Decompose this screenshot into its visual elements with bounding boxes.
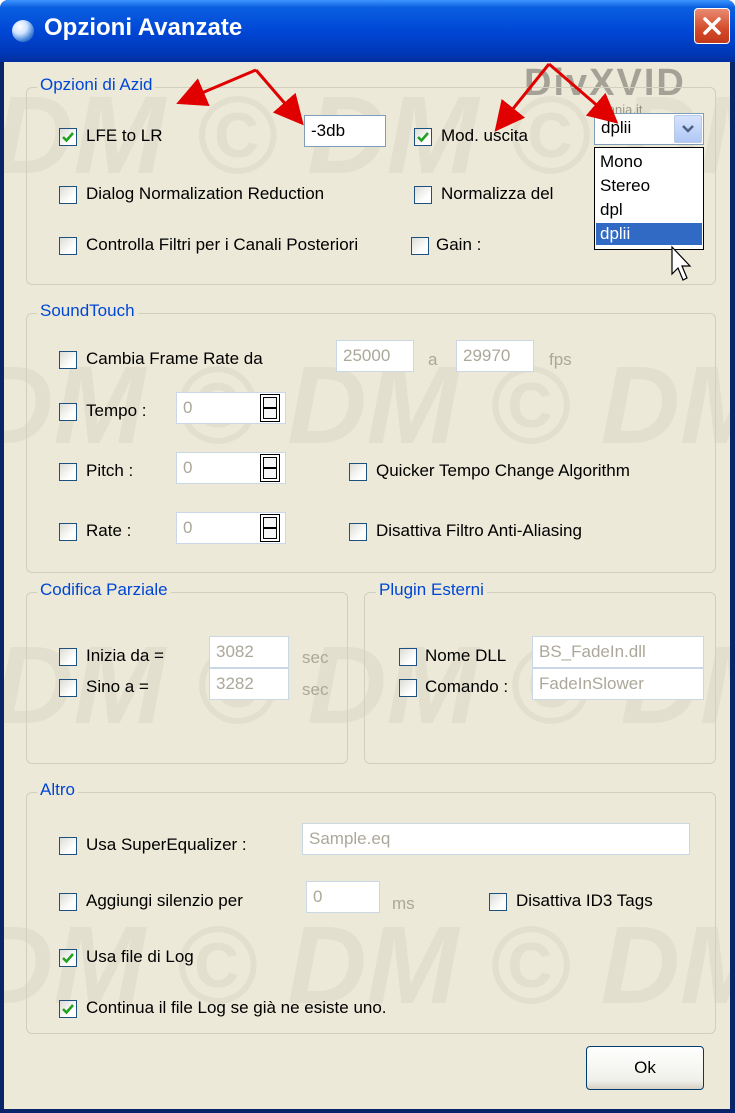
usa-log-label: Usa file di Log: [86, 947, 194, 966]
sino-checkbox[interactable]: [59, 679, 77, 697]
checkmark-icon: [62, 1004, 74, 1015]
silenzio-label: Aggiungi silenzio per: [86, 891, 243, 910]
sino-unit: sec: [302, 680, 329, 699]
close-icon: [703, 17, 721, 35]
tempo-label: Tempo :: [86, 401, 147, 420]
dropdown-option-mono[interactable]: Mono: [596, 151, 702, 173]
frame-rate-from-field[interactable]: 25000: [336, 340, 414, 372]
group-plugin-legend: Plugin Esterni: [376, 580, 487, 600]
dropdown-option-dplii[interactable]: dplii: [596, 223, 702, 245]
disattiva-id3-label: Disattiva ID3 Tags: [516, 891, 653, 910]
group-codifica-legend: Codifica Parziale: [37, 580, 171, 600]
sino-field[interactable]: 3282: [209, 668, 289, 700]
quicker-tempo-label: Quicker Tempo Change Algorithm: [376, 461, 630, 480]
frame-rate-checkbox[interactable]: [59, 351, 77, 369]
normalizza-label: Normalizza del: [441, 184, 554, 203]
dialog-normalization-checkbox[interactable]: [59, 186, 77, 204]
group-azid-legend: Opzioni di Azid: [37, 75, 156, 95]
ok-button[interactable]: Ok: [586, 1046, 704, 1090]
group-codifica-parziale: [26, 592, 348, 764]
disattiva-id3-checkbox[interactable]: [489, 893, 507, 911]
frame-rate-to-field[interactable]: 29970: [456, 340, 534, 372]
inizia-field[interactable]: 3082: [209, 636, 289, 668]
dropdown-button[interactable]: [674, 115, 702, 143]
close-button[interactable]: [694, 8, 730, 44]
silenzio-field[interactable]: 0: [306, 881, 380, 913]
dialog-normalization-label: Dialog Normalization Reduction: [86, 184, 325, 203]
normalizza-checkbox[interactable]: [414, 186, 432, 204]
gain-label: Gain :: [436, 235, 482, 254]
frame-rate-separator: a: [428, 350, 438, 369]
nome-dll-field[interactable]: BS_FadeIn.dll: [532, 636, 704, 668]
rate-spinner[interactable]: [260, 514, 280, 542]
tempo-checkbox[interactable]: [59, 403, 77, 421]
spin-down-icon[interactable]: [263, 408, 277, 419]
mod-uscita-dropdown-list: Mono Stereo dpl dplii: [594, 147, 704, 250]
pitch-label: Pitch :: [86, 461, 134, 480]
spin-up-icon[interactable]: [263, 397, 277, 408]
inizia-label: Inizia da =: [86, 646, 164, 665]
pitch-spinner[interactable]: [260, 454, 280, 482]
lfe-checkbox[interactable]: [59, 128, 77, 146]
superequalizer-checkbox[interactable]: [59, 837, 77, 855]
group-soundtouch-legend: SoundTouch: [37, 301, 138, 321]
app-icon: [12, 20, 34, 42]
checkmark-icon: [62, 953, 74, 964]
spin-down-icon[interactable]: [263, 528, 277, 539]
silenzio-checkbox[interactable]: [59, 893, 77, 911]
filtri-posteriori-checkbox[interactable]: [59, 237, 77, 255]
filtri-posteriori-label: Controlla Filtri per i Canali Posteriori: [86, 235, 359, 254]
sino-label: Sino a =: [86, 677, 149, 696]
rate-label: Rate :: [86, 521, 132, 540]
mod-uscita-checkbox[interactable]: [414, 128, 432, 146]
comando-checkbox[interactable]: [399, 679, 417, 697]
group-altro-legend: Altro: [37, 780, 78, 800]
title-bar[interactable]: Opzioni Avanzate: [0, 0, 735, 62]
gain-checkbox[interactable]: [411, 237, 429, 255]
nome-dll-label: Nome DLL: [425, 646, 507, 665]
dialog-window: Opzioni Avanzate DM © DM © DM © DM © DM …: [0, 0, 735, 1113]
dropdown-option-dpl[interactable]: dpl: [596, 199, 702, 221]
continua-log-label: Continua il file Log se già ne esiste un…: [86, 998, 387, 1017]
pitch-checkbox[interactable]: [59, 463, 77, 481]
tempo-spinner[interactable]: [260, 394, 280, 422]
usa-log-checkbox[interactable]: [59, 949, 77, 967]
inizia-checkbox[interactable]: [59, 648, 77, 666]
rate-checkbox[interactable]: [59, 523, 77, 541]
mod-uscita-select[interactable]: dplii: [594, 113, 704, 145]
checkmark-icon: [62, 132, 74, 143]
window-title: Opzioni Avanzate: [44, 14, 243, 41]
quicker-tempo-checkbox[interactable]: [349, 463, 367, 481]
lfe-label: LFE to LR: [86, 126, 163, 145]
spin-up-icon[interactable]: [263, 517, 277, 528]
superequalizer-label: Usa SuperEqualizer :: [86, 835, 247, 854]
antialiasing-checkbox[interactable]: [349, 523, 367, 541]
spin-up-icon[interactable]: [263, 457, 277, 468]
dialog-client-area: DM © DM © DM © DM © DM © DM © DM © DM © …: [4, 62, 730, 1109]
superequalizer-field[interactable]: Sample.eq: [302, 823, 690, 855]
silenzio-unit: ms: [392, 894, 415, 913]
mod-uscita-label: Mod. uscita: [441, 126, 528, 145]
checkmark-icon: [417, 132, 429, 143]
chevron-down-icon: [682, 125, 694, 133]
inizia-unit: sec: [302, 648, 329, 667]
frame-rate-label: Cambia Frame Rate da: [86, 349, 263, 368]
lfe-value-field[interactable]: -3db: [304, 115, 386, 147]
comando-label: Comando :: [425, 677, 509, 696]
frame-rate-unit: fps: [549, 350, 572, 369]
mod-uscita-selected-value: dplii: [601, 118, 632, 137]
spin-down-icon[interactable]: [263, 468, 277, 479]
comando-field[interactable]: FadeInSlower: [532, 668, 704, 700]
dropdown-option-stereo[interactable]: Stereo: [596, 175, 702, 197]
antialiasing-label: Disattiva Filtro Anti-Aliasing: [376, 521, 582, 540]
nome-dll-checkbox[interactable]: [399, 648, 417, 666]
continua-log-checkbox[interactable]: [59, 1000, 77, 1018]
